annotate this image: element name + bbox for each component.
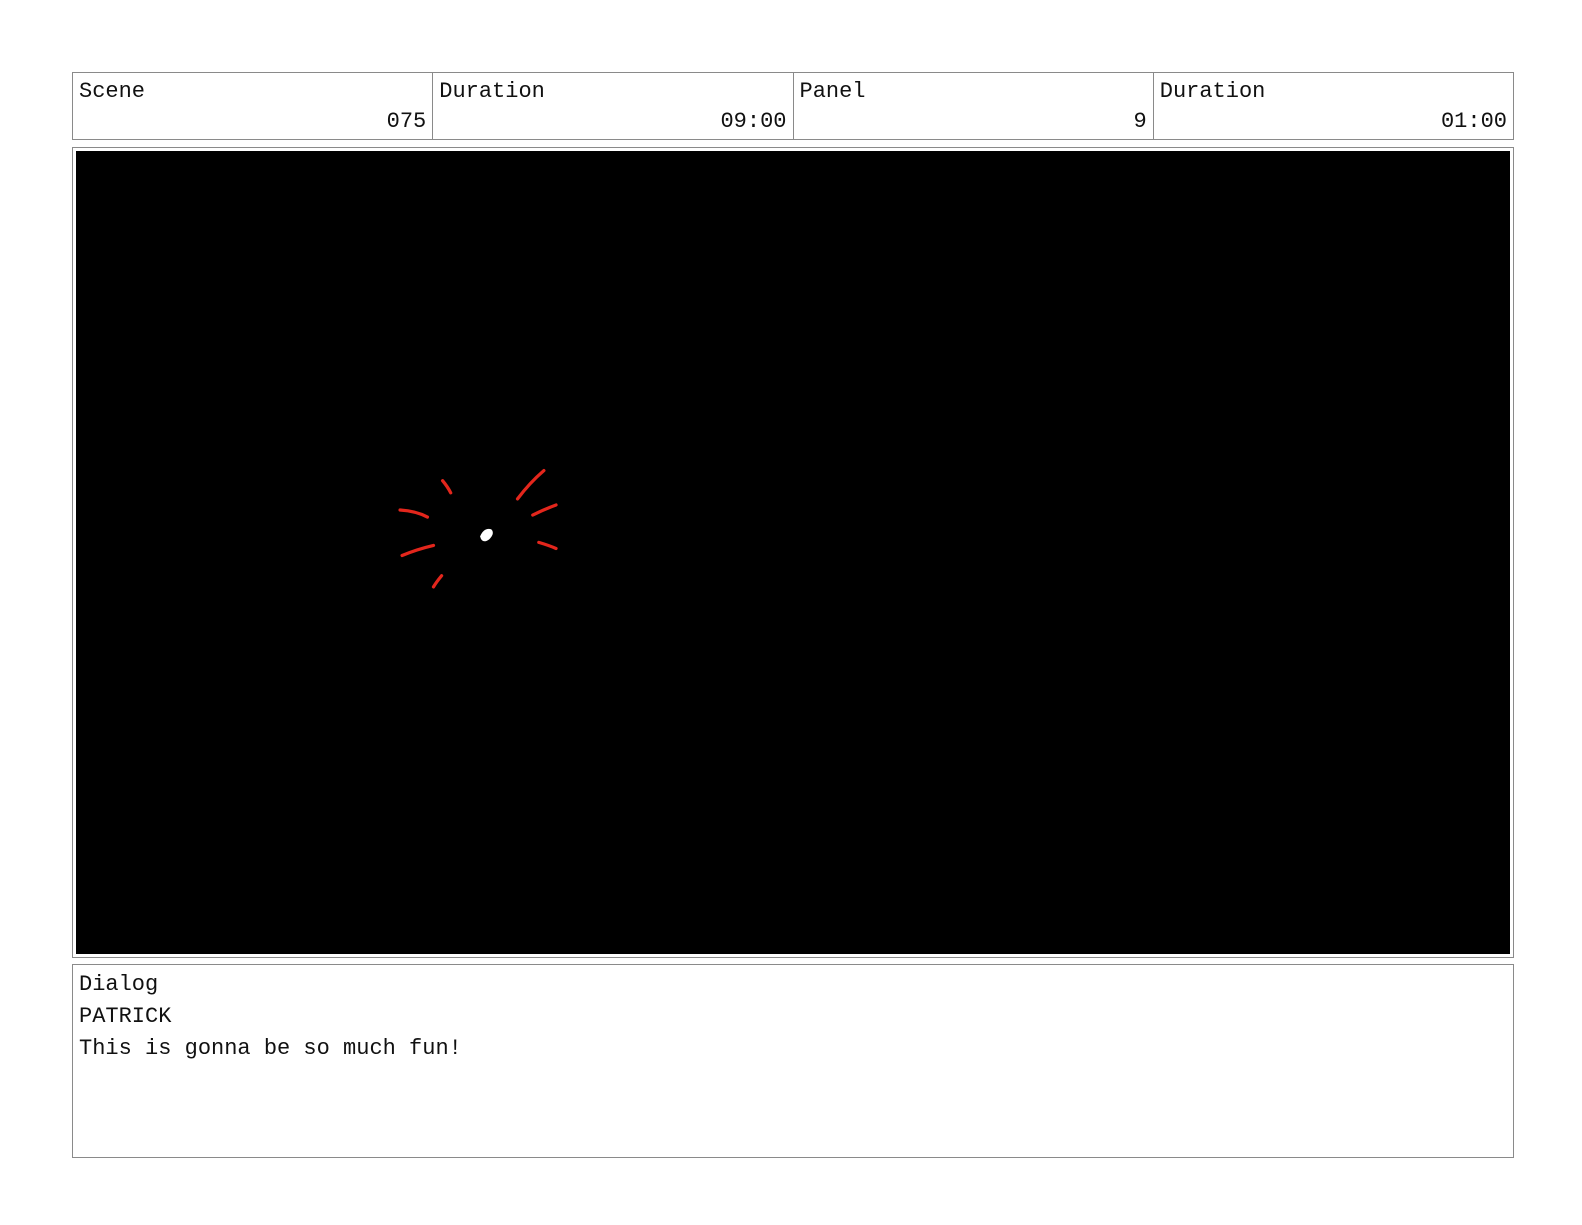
storyboard-panel-frame	[72, 147, 1514, 958]
scene-duration-cell: Duration 09:00	[433, 73, 794, 139]
scene-number: 075	[386, 109, 427, 134]
burst-lines	[398, 468, 558, 589]
scene-duration-value: 09:00	[720, 109, 787, 134]
panel-label: Panel	[799, 79, 866, 104]
burst-line	[515, 468, 546, 501]
scene-info-header: Scene 075 Duration 09:00 Panel 9 Duratio…	[72, 72, 1514, 140]
burst-line	[440, 479, 453, 495]
panel-cell: Panel 9	[794, 73, 1154, 139]
dialog-character-name: PATRICK	[79, 1004, 172, 1029]
burst-line	[400, 543, 436, 558]
burst-line	[398, 508, 430, 519]
burst-line	[537, 540, 558, 551]
small-white-highlight	[480, 528, 493, 542]
storyboard-panel-image	[76, 151, 1510, 954]
panel-duration-label: Duration	[1159, 79, 1266, 104]
panel-duration-value: 01:00	[1440, 109, 1507, 134]
dialog-label: Dialog	[79, 972, 159, 997]
scene-cell: Scene 075	[73, 73, 434, 139]
panel-duration-cell: Duration 01:00	[1154, 73, 1513, 139]
dialog-box: Dialog PATRICK This is gonna be so much …	[72, 964, 1514, 1158]
burst-line	[531, 503, 558, 517]
panel-drawing	[398, 468, 558, 589]
burst-line	[431, 574, 444, 589]
panel-number: 9	[1133, 109, 1147, 134]
dialog-line-text: This is gonna be so much fun!	[79, 1036, 462, 1061]
scene-duration-label: Duration	[439, 79, 545, 104]
scene-label: Scene	[79, 79, 146, 104]
